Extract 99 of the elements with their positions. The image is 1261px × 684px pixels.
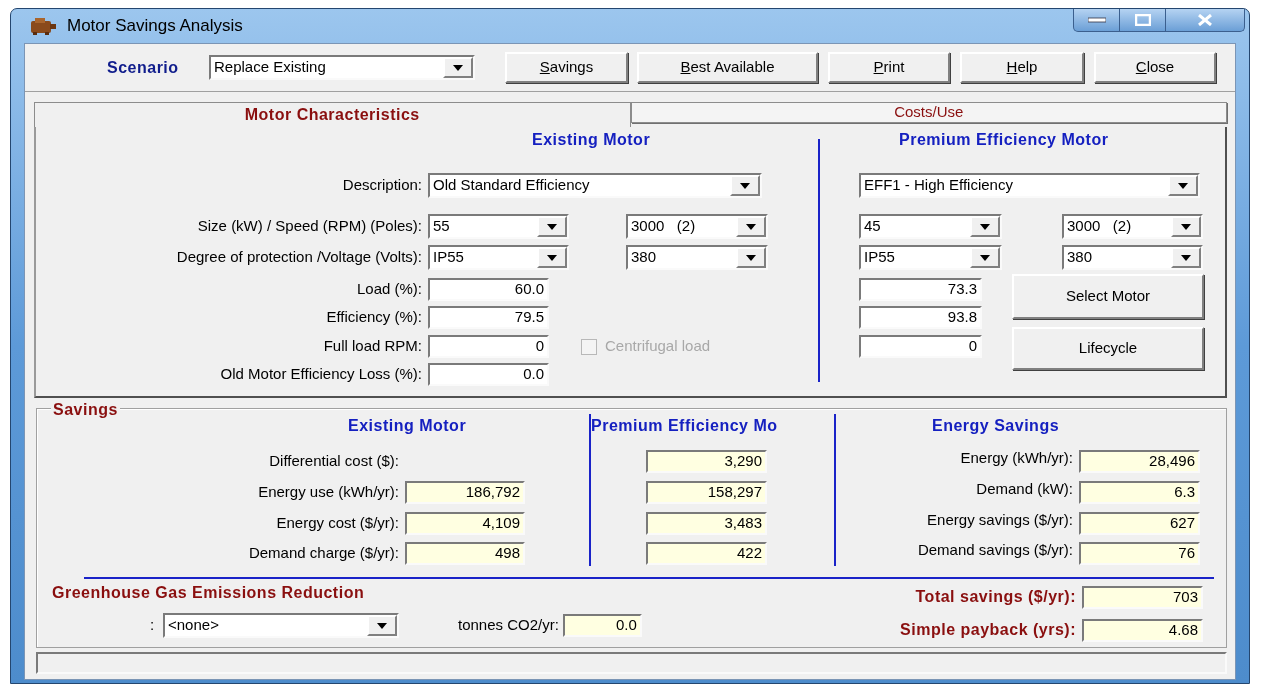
text-field[interactable]: 93.8: [859, 306, 982, 329]
motor-button[interactable]: Lifecycle: [1012, 327, 1204, 370]
caret-icon: [980, 223, 990, 230]
dropdown-button[interactable]: [537, 247, 567, 268]
text-field[interactable]: 4.68: [1082, 618, 1203, 642]
text-field[interactable]: 4,109: [405, 512, 525, 535]
toolbar-button[interactable]: Help: [960, 52, 1084, 83]
column-heading: Premium Efficiency Motor: [899, 130, 1110, 148]
caret-icon: [377, 622, 387, 629]
column-heading: Existing Motor: [532, 130, 652, 148]
field-label: :: [150, 615, 156, 636]
dropdown[interactable]: 380: [626, 245, 768, 270]
column-heading: Premium Efficiency Mo: [591, 416, 779, 436]
caret-icon: [1178, 182, 1188, 189]
dropdown[interactable]: IP55: [428, 245, 569, 270]
field-label: Simple payback (yrs):: [899, 620, 1077, 640]
dropdown-button[interactable]: [970, 247, 1000, 268]
field-label: Demand savings ($/yr):: [916, 540, 1074, 561]
motor-icon: [28, 16, 58, 36]
dropdown[interactable]: IP55: [859, 245, 1002, 270]
field-label: Energy cost ($/yr):: [275, 513, 400, 534]
text-field[interactable]: 76: [1079, 542, 1200, 565]
text-field[interactable]: 0.0: [562, 614, 642, 637]
dropdown-button[interactable]: [970, 216, 1000, 237]
column-heading: Existing Motor: [348, 416, 468, 436]
text-field[interactable]: 6.3: [1079, 481, 1200, 504]
caret-icon: [746, 254, 756, 261]
text-field[interactable]: 0: [428, 335, 549, 358]
field-label: tonnes CO2/yr:: [458, 615, 559, 636]
field-label: Energy use (kWh/yr):: [257, 482, 400, 503]
dropdown-button[interactable]: [730, 175, 760, 196]
close-icon: [1197, 14, 1213, 26]
text-field[interactable]: 73.3: [859, 278, 982, 301]
toolbar-button[interactable]: Best Available: [637, 52, 818, 83]
text-field[interactable]: 627: [1079, 512, 1200, 535]
field-label: Size (kW) / Speed (RPM) (Poles):: [196, 216, 423, 237]
motor-button[interactable]: Select Motor: [1012, 274, 1204, 319]
checkbox-label: Centrifugal load: [605, 336, 711, 357]
text-field[interactable]: 186,792: [405, 481, 525, 504]
dropdown-button[interactable]: [367, 615, 397, 636]
caret-icon: [746, 223, 756, 230]
scenario-label: Scenario: [107, 57, 180, 78]
caret-icon: [740, 182, 750, 189]
caret-icon: [547, 223, 557, 230]
caret-icon: [980, 254, 990, 261]
field-label: Total savings ($/yr):: [914, 587, 1077, 607]
field-label: Full load RPM:: [322, 336, 423, 357]
caret-icon: [547, 254, 557, 261]
text-field[interactable]: 0: [859, 335, 982, 358]
field-label: Efficiency (%):: [325, 307, 423, 328]
field-label: Energy savings ($/yr):: [926, 510, 1074, 531]
field-label: Old Motor Efficiency Loss (%):: [219, 364, 423, 385]
column-heading: Energy Savings: [932, 416, 1061, 436]
dropdown-button[interactable]: [736, 216, 766, 237]
toolbar-button[interactable]: Print: [828, 52, 950, 83]
toolbar-button[interactable]: Close: [1094, 52, 1216, 83]
text-field[interactable]: 498: [405, 542, 525, 565]
dropdown-button[interactable]: [1171, 247, 1201, 268]
text-field[interactable]: 60.0: [428, 278, 549, 301]
toolbar-button[interactable]: Savings: [505, 52, 628, 83]
dropdown-button[interactable]: [1168, 175, 1198, 196]
text-field[interactable]: 422: [646, 542, 767, 565]
field-label: Load (%):: [355, 279, 423, 300]
dropdown[interactable]: 55: [428, 214, 569, 239]
text-field[interactable]: 3,290: [646, 450, 767, 473]
text-field[interactable]: 0.0: [428, 363, 549, 386]
dropdown-button[interactable]: [537, 216, 567, 237]
dropdown-button[interactable]: [1171, 216, 1201, 237]
tab[interactable]: Motor Characteristics: [34, 102, 631, 127]
dropdown[interactable]: EFF1 - High Efficiency: [859, 173, 1200, 198]
tab[interactable]: Costs/Use: [630, 102, 1227, 123]
caret-icon: [1181, 254, 1191, 261]
dropdown-button[interactable]: [736, 247, 766, 268]
dropdown[interactable]: 3000 (2): [1062, 214, 1203, 239]
maximize-button[interactable]: [1119, 9, 1166, 31]
section-title: Greenhouse Gas Emissions Reduction: [52, 583, 366, 603]
window-title: Motor Savings Analysis: [67, 15, 243, 38]
dropdown[interactable]: 380: [1062, 245, 1203, 270]
text-field[interactable]: 3,483: [646, 512, 767, 535]
dropdown-button[interactable]: [443, 57, 473, 78]
field-label: Demand charge ($/yr):: [247, 543, 400, 564]
field-label: Demand (kW):: [975, 479, 1074, 500]
maximize-icon: [1134, 14, 1151, 26]
caret-icon: [453, 64, 463, 71]
dropdown[interactable]: 3000 (2): [626, 214, 768, 239]
caret-icon: [1181, 223, 1191, 230]
text-field[interactable]: 79.5: [428, 306, 549, 329]
field-label: Degree of protection /Voltage (Volts):: [175, 247, 423, 268]
field-label: Differential cost ($):: [268, 451, 400, 472]
dropdown[interactable]: 45: [859, 214, 1002, 239]
dropdown[interactable]: Old Standard Efficiency: [428, 173, 762, 198]
dropdown[interactable]: <none>: [163, 613, 399, 638]
minimize-icon: [1087, 17, 1106, 23]
text-field[interactable]: 158,297: [646, 481, 767, 504]
dropdown[interactable]: Replace Existing: [209, 55, 475, 80]
text-field[interactable]: 703: [1082, 585, 1203, 609]
field-label: Energy (kWh/yr):: [959, 448, 1074, 469]
field-label: Description:: [341, 175, 423, 196]
text-field[interactable]: 28,496: [1079, 450, 1200, 473]
